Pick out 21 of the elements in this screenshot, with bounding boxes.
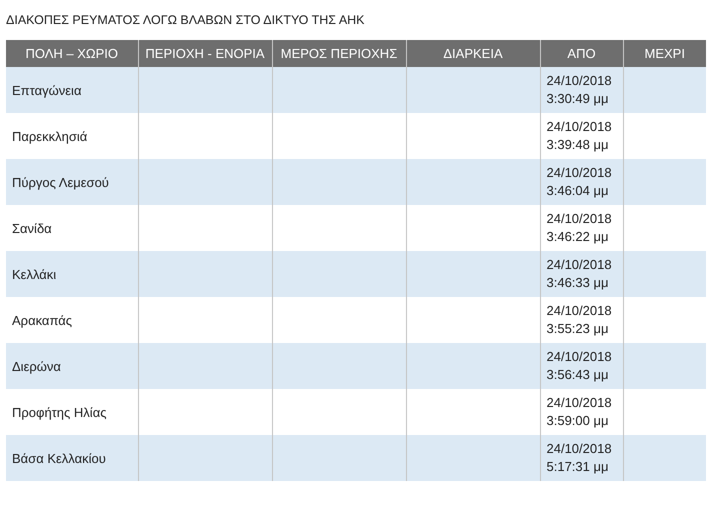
column-header: ΜΕΧΡΙ xyxy=(623,40,706,67)
table-cell: Σανίδα xyxy=(6,205,138,251)
table-cell: Διερώνα xyxy=(6,343,138,389)
table-cell: 24/10/2018 3:30:49 μμ xyxy=(540,67,623,113)
column-header: ΠΟΛΗ – ΧΩΡΙΟ xyxy=(6,40,138,67)
table-cell: Αρακαπάς xyxy=(6,297,138,343)
table-cell: Επταγώνεια xyxy=(6,67,138,113)
column-header: ΜΕΡΟΣ ΠΕΡΙΟΧΗΣ xyxy=(272,40,406,67)
column-header: ΔΙΑΡΚΕΙΑ xyxy=(406,40,540,67)
page-title: ΔΙΑΚΟΠΕΣ ΡΕΥΜΑΤΟΣ ΛΟΓΩ ΒΛΑΒΩΝ ΣΤΟ ΔΙΚΤΥΟ ΤΗΣ ΑΗΚ xyxy=(6,13,366,29)
table-cell: Προφήτης Ηλίας xyxy=(6,389,138,435)
table-cell: 24/10/2018 3:46:04 μμ xyxy=(540,159,623,205)
table-cell: Παρεκκλησιά xyxy=(6,113,138,159)
column-header: ΠΕΡΙΟΧΗ - ΕΝΟΡΙΑ xyxy=(138,40,272,67)
table-cell: Βάσα Κελλακίου xyxy=(6,435,138,481)
table-cell: Κελλάκι xyxy=(6,251,138,297)
table-cell: 24/10/2018 3:56:43 μμ xyxy=(540,343,623,389)
table-cell: 24/10/2018 5:17:31 μμ xyxy=(540,435,623,481)
table-cell: 24/10/2018 3:46:33 μμ xyxy=(540,251,623,297)
column-header: ΑΠΟ xyxy=(540,40,623,67)
table-cell: Πύργος Λεμεσού xyxy=(6,159,138,205)
